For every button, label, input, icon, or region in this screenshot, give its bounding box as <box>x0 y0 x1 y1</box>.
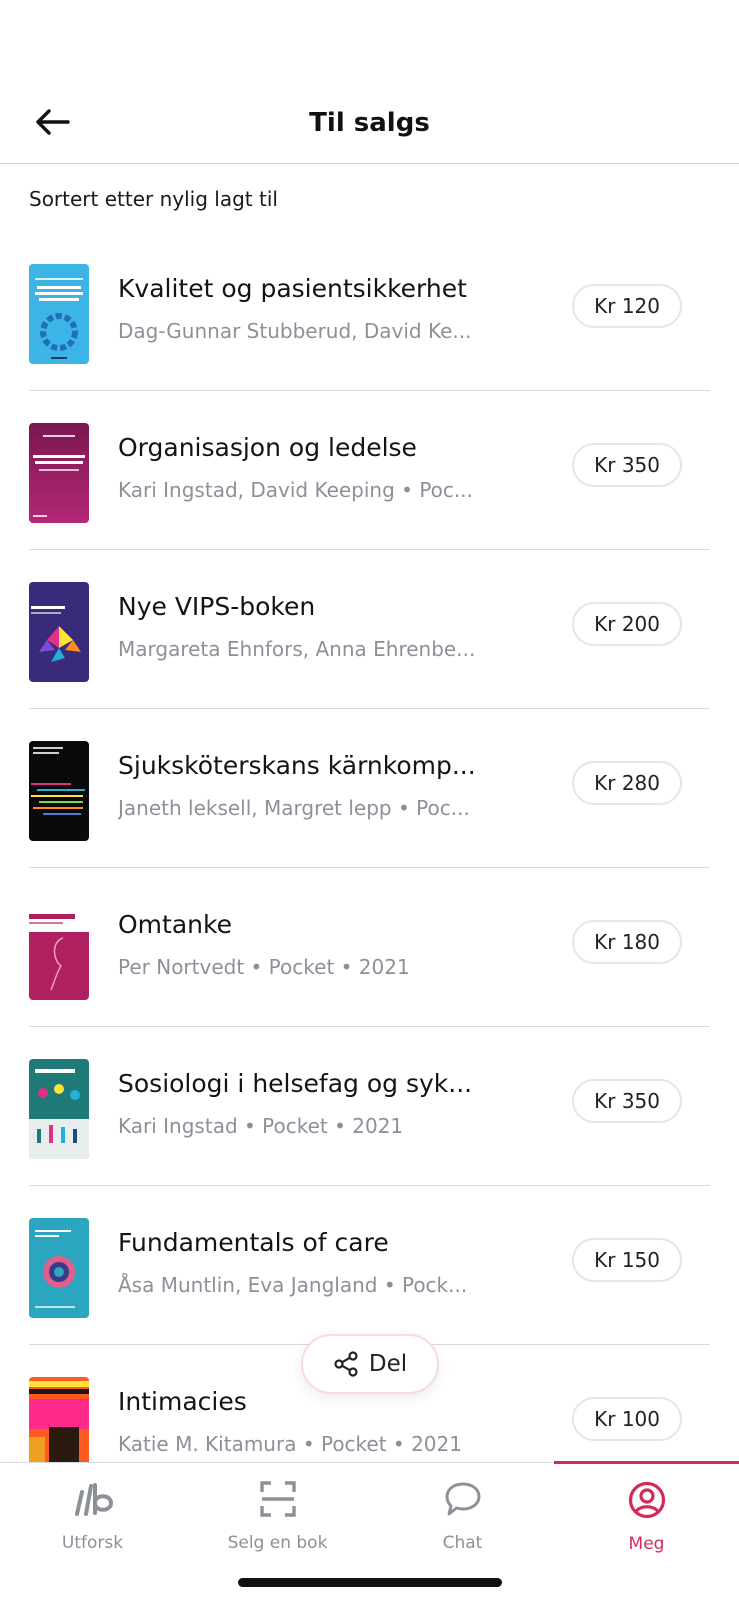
share-label: Del <box>368 1351 408 1377</box>
chat-bubble-icon <box>445 1482 480 1516</box>
price-badge[interactable]: Kr 350 <box>572 443 682 487</box>
tab-meg[interactable]: Meg <box>554 1461 739 1561</box>
lb-logo-icon <box>74 1483 113 1516</box>
home-indicator <box>238 1578 502 1587</box>
book-title: Sosiologi i helsefag og syk... <box>118 1069 473 1098</box>
price-badge[interactable]: Kr 100 <box>572 1397 682 1441</box>
share-icon <box>334 1351 358 1377</box>
price-badge[interactable]: Kr 150 <box>572 1238 682 1282</box>
tab-label: Utforsk <box>61 1533 124 1553</box>
book-cover <box>29 900 89 1000</box>
book-cover <box>29 264 89 364</box>
price-badge[interactable]: Kr 280 <box>572 761 682 805</box>
book-title: Organisasjon og ledelse <box>118 433 417 462</box>
price-badge[interactable]: Kr 180 <box>572 920 682 964</box>
book-title: Kvalitet og pasientsikkerhet <box>118 274 467 303</box>
book-row[interactable]: Sosiologi i helsefag og syk... Kari Ings… <box>29 1027 710 1186</box>
tab-label: Selg en bok <box>227 1533 328 1553</box>
page-title: Til salgs <box>309 108 430 138</box>
book-row[interactable]: Omtanke Per Nortvedt • Pocket • 2021 Kr … <box>29 868 710 1027</box>
header: Til salgs <box>0 90 739 164</box>
book-row[interactable]: Organisasjon og ledelse Kari Ingstad, Da… <box>29 391 710 550</box>
book-meta: Kari Ingstad • Pocket • 2021 <box>118 1114 404 1138</box>
share-button[interactable]: Del <box>301 1334 439 1394</box>
book-cover <box>29 1059 89 1159</box>
book-row[interactable]: Kvalitet og pasientsikkerhet Dag-Gunnar … <box>29 232 710 391</box>
user-profile-icon <box>628 1481 665 1519</box>
book-row[interactable]: Nye VIPS-boken Margareta Ehnfors, Anna E… <box>29 550 710 709</box>
book-meta: Per Nortvedt • Pocket • 2021 <box>118 955 410 979</box>
book-title: Sjuksköterskans kärnkomp... <box>118 751 476 780</box>
book-row[interactable]: Sjuksköterskans kärnkomp... Janeth lekse… <box>29 709 710 868</box>
price-badge[interactable]: Kr 200 <box>572 602 682 646</box>
book-cover <box>29 1218 89 1318</box>
book-meta: Margareta Ehnfors, Anna Ehrenbe... <box>118 637 476 661</box>
book-title: Fundamentals of care <box>118 1228 389 1257</box>
scan-icon <box>259 1481 296 1517</box>
book-title: Nye VIPS-boken <box>118 592 316 621</box>
book-cover <box>29 741 89 841</box>
book-meta: Dag-Gunnar Stubberud, David Ke... <box>118 319 472 343</box>
book-row[interactable]: Fundamentals of care Åsa Muntlin, Eva Ja… <box>29 1186 710 1345</box>
price-badge[interactable]: Kr 350 <box>572 1079 682 1123</box>
book-meta: Kari Ingstad, David Keeping • Poc... <box>118 478 473 502</box>
book-list: Kvalitet og pasientsikkerhet Dag-Gunnar … <box>29 232 710 1504</box>
tab-label: Meg <box>628 1534 665 1554</box>
book-title: Omtanke <box>118 910 232 939</box>
book-meta: Katie M. Kitamura • Pocket • 2021 <box>118 1432 462 1456</box>
book-cover <box>29 582 89 682</box>
tab-chat[interactable]: Chat <box>370 1463 555 1563</box>
tab-label: Chat <box>442 1533 483 1553</box>
book-meta: Janeth leksell, Margret lepp • Poc... <box>118 796 470 820</box>
price-badge[interactable]: Kr 120 <box>572 284 682 328</box>
tab-utforsk[interactable]: Utforsk <box>0 1463 185 1563</box>
sort-label: Sortert etter nylig lagt til <box>29 187 278 211</box>
book-cover <box>29 423 89 523</box>
tab-selg-en-bok[interactable]: Selg en bok <box>185 1463 370 1563</box>
book-meta: Åsa Muntlin, Eva Jangland • Pock... <box>118 1273 468 1297</box>
